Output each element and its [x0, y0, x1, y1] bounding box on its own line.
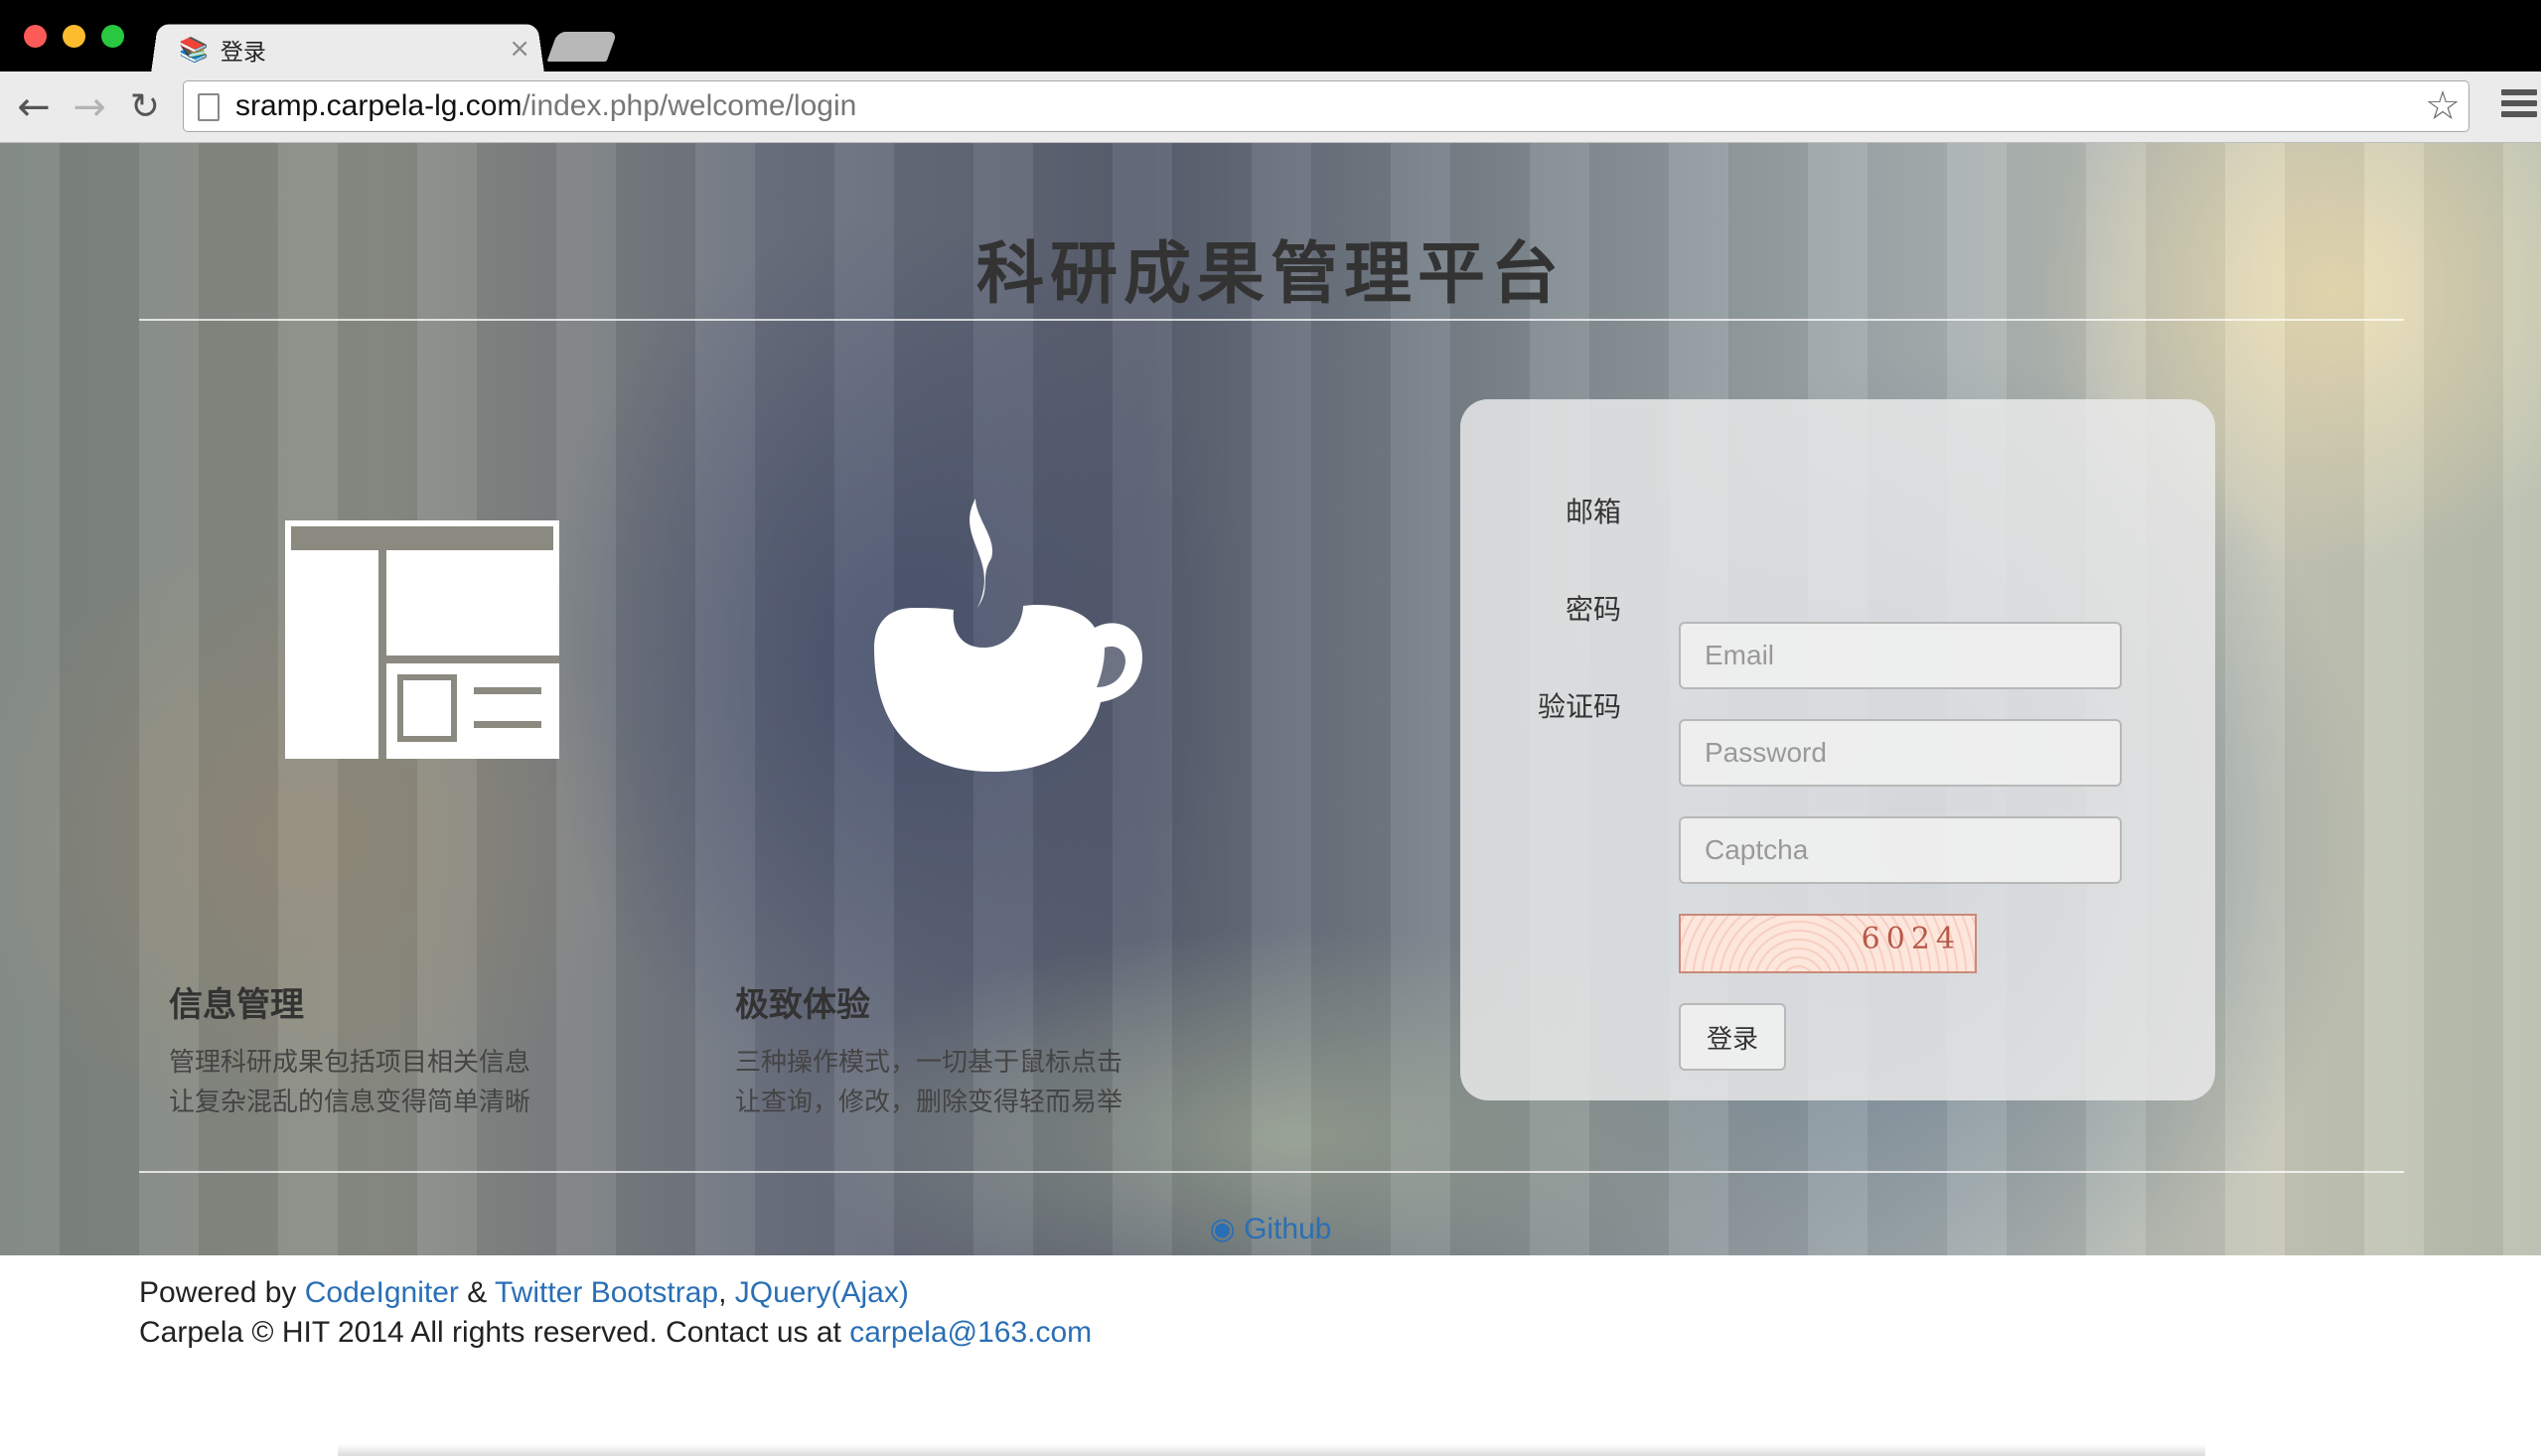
new-tab-button[interactable]: [546, 32, 618, 62]
footer-copyright: Carpela © HIT 2014 All rights reserved. …: [139, 1313, 1092, 1353]
web-page: 科研成果管理平台 信息管理 管理科研成果包括项目相关信息 让复杂混乱的信息变得简…: [0, 143, 2541, 1456]
bootstrap-link[interactable]: Twitter Bootstrap: [495, 1276, 718, 1309]
page-icon: [198, 93, 220, 121]
feature-description: 三种操作模式，一切基于鼠标点击: [735, 1048, 1123, 1078]
tab-title: 登录: [220, 40, 266, 66]
captcha-field[interactable]: [1679, 816, 2122, 884]
bookmark-star-icon[interactable]: ☆: [2425, 85, 2461, 127]
layout-icon: [285, 520, 559, 759]
feature-heading: 极致体验: [735, 985, 870, 1025]
address-bar[interactable]: sramp.carpela-lg.com/index.php/welcome/l…: [183, 80, 2469, 132]
copyright-text: Carpela © HIT 2014 All rights reserved. …: [139, 1316, 850, 1349]
feature-description: 管理科研成果包括项目相关信息: [169, 1048, 531, 1078]
login-button[interactable]: 登录: [1679, 1003, 1786, 1071]
reload-icon[interactable]: ↻: [123, 85, 167, 129]
footer: Powered by CodeIgniter & Twitter Bootstr…: [139, 1273, 1092, 1353]
divider: [139, 319, 2404, 321]
contact-email-link[interactable]: carpela@163.com: [849, 1316, 1092, 1349]
forward-arrow-icon[interactable]: →: [68, 85, 111, 129]
browser-tab-content[interactable]: 📚 登录 ×: [179, 30, 536, 70]
email-label: 邮箱: [1565, 496, 1621, 528]
url-path: /index.php/welcome/login: [522, 89, 857, 122]
close-window-button[interactable]: [24, 25, 47, 48]
amp-text: &: [458, 1276, 496, 1309]
browser-titlebar: 📚 登录 ×: [0, 0, 2541, 74]
footer-shadow: [338, 1444, 2205, 1456]
github-label: Github: [1244, 1213, 1332, 1245]
password-field[interactable]: [1679, 719, 2122, 787]
github-link[interactable]: ◉ Github: [0, 1212, 2541, 1246]
captcha-image[interactable]: 6024: [1679, 914, 1977, 973]
login-form: 邮箱 密码 验证码 6024 登录: [1460, 399, 2215, 1100]
books-icon: 📚: [179, 36, 209, 64]
url-host: sramp.carpela-lg.com: [235, 89, 523, 122]
hero-background: 科研成果管理平台 信息管理 管理科研成果包括项目相关信息 让复杂混乱的信息变得简…: [0, 143, 2541, 1255]
jquery-link[interactable]: JQuery(Ajax): [735, 1276, 909, 1309]
github-icon: ◉: [1209, 1213, 1245, 1245]
close-icon[interactable]: ×: [509, 34, 530, 64]
coffee-cup-icon: [874, 499, 1142, 772]
feature-heading: 信息管理: [169, 985, 304, 1025]
back-arrow-icon[interactable]: ←: [12, 85, 56, 129]
feature-description: 让查询，修改，删除变得轻而易举: [735, 1088, 1123, 1117]
minimize-window-button[interactable]: [63, 25, 85, 48]
captcha-code: 6024: [1861, 922, 1961, 956]
divider: [139, 1171, 2404, 1173]
codeigniter-link[interactable]: CodeIgniter: [305, 1276, 459, 1309]
footer-powered-by: Powered by CodeIgniter & Twitter Bootstr…: [139, 1273, 1092, 1313]
comma-text: ,: [718, 1276, 735, 1309]
hamburger-menu-icon[interactable]: [2501, 89, 2537, 125]
password-label: 密码: [1565, 593, 1621, 626]
feature-description: 让复杂混乱的信息变得简单清晰: [169, 1088, 531, 1117]
captcha-label: 验证码: [1537, 690, 1621, 723]
page-title: 科研成果管理平台: [975, 235, 1565, 314]
email-field[interactable]: [1679, 622, 2122, 689]
url-text[interactable]: sramp.carpela-lg.com/index.php/welcome/l…: [235, 81, 856, 131]
browser-toolbar: ← → ↻ sramp.carpela-lg.com/index.php/wel…: [0, 72, 2541, 143]
zoom-window-button[interactable]: [101, 25, 124, 48]
powered-by-text: Powered by: [139, 1276, 305, 1309]
